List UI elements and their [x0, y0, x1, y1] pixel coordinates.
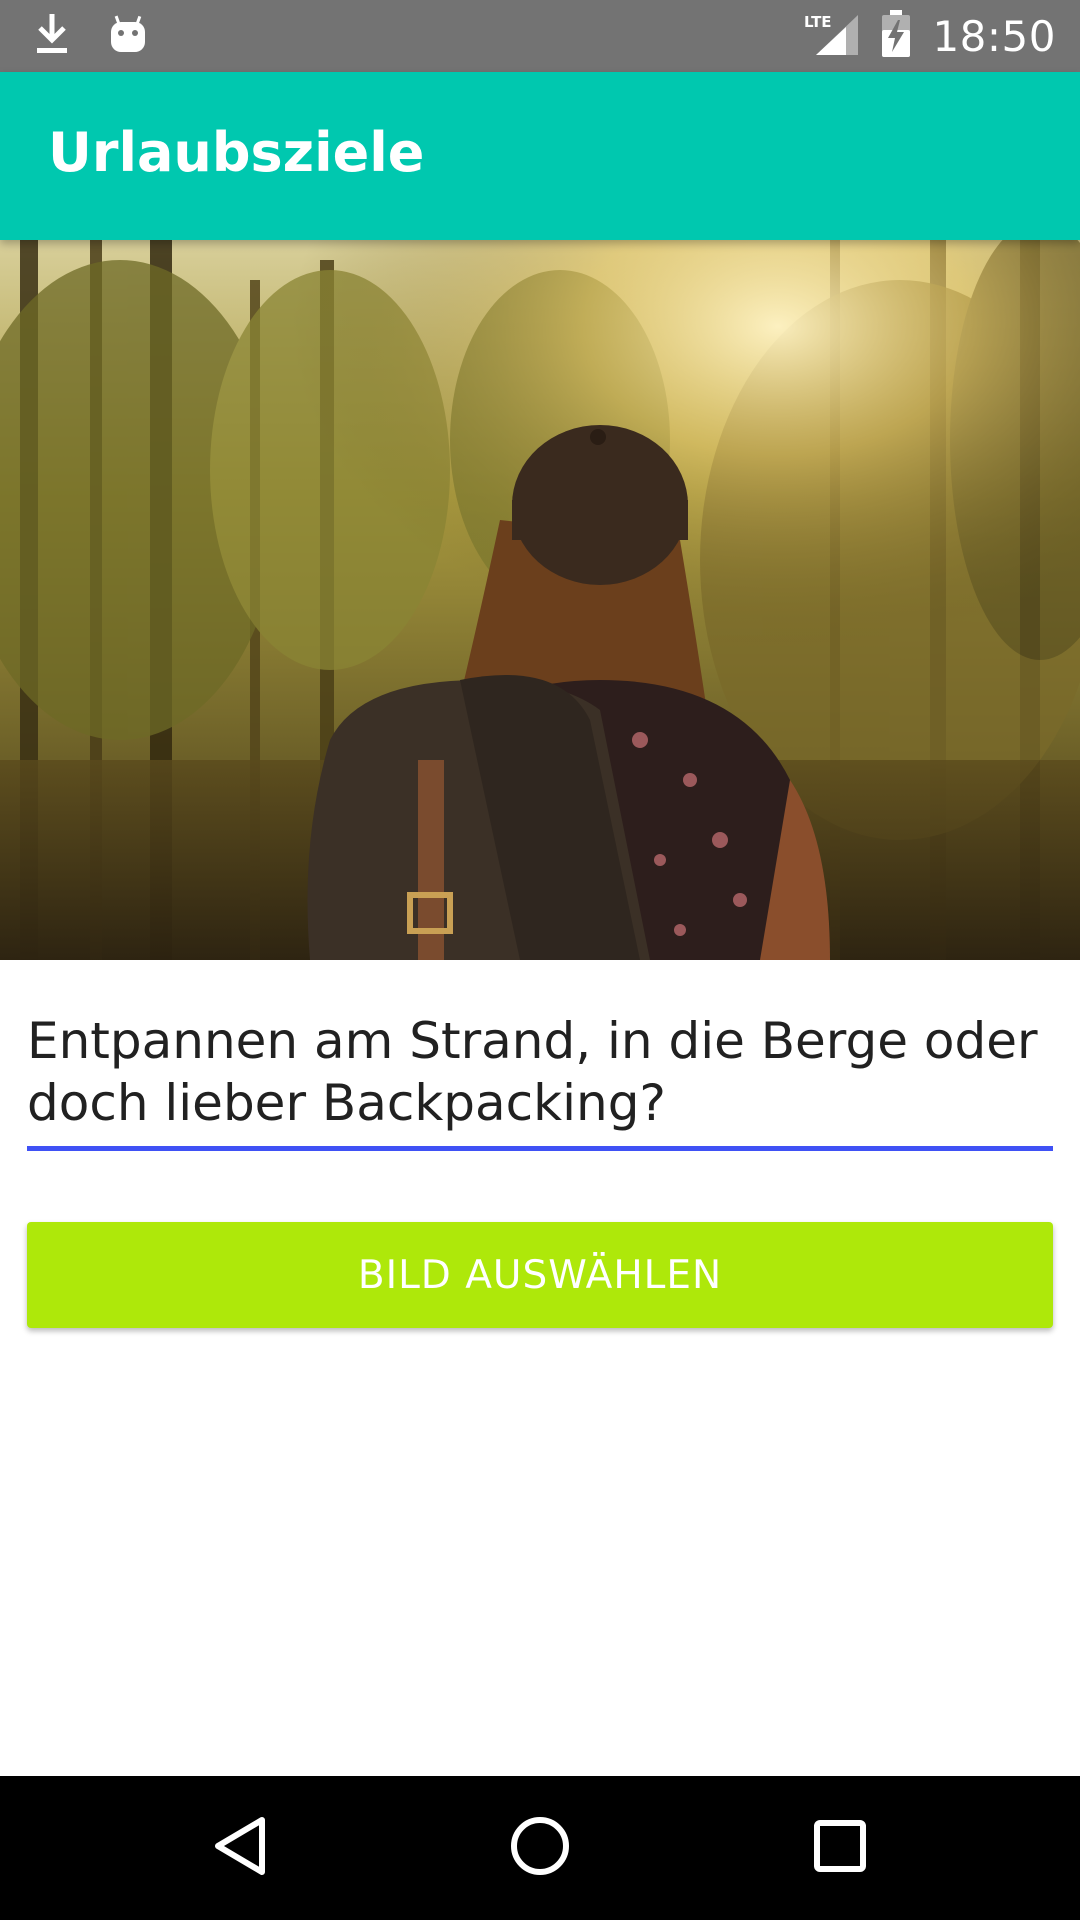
text-field-value: Entpannen am Strand, in die Berge oder d… — [27, 1012, 1038, 1132]
hero-image — [0, 240, 1080, 960]
nav-home-button[interactable] — [450, 1776, 630, 1920]
download-icon — [34, 12, 70, 60]
back-icon — [210, 1814, 270, 1882]
home-icon — [508, 1814, 572, 1882]
nav-back-button[interactable] — [150, 1776, 330, 1920]
text-field-underline — [27, 1146, 1053, 1151]
status-system: LTE 18:50 — [804, 0, 1056, 72]
destination-text-field[interactable]: Entpannen am Strand, in die Berge oder d… — [27, 1010, 1053, 1154]
status-bar: LTE 18:50 — [0, 0, 1080, 72]
navigation-bar — [0, 1776, 1080, 1920]
app-bar: Urlaubsziele — [0, 72, 1080, 240]
choose-image-button[interactable]: BILD AUSWÄHLEN — [27, 1222, 1053, 1328]
app-screen: LTE 18:50 Urlaubsziele Entpannen am Stra… — [0, 0, 1080, 1920]
lte-label: LTE — [804, 13, 832, 31]
android-debug-icon — [110, 14, 146, 58]
nav-recents-button[interactable] — [750, 1776, 930, 1920]
status-time: 18:50 — [932, 11, 1056, 61]
battery-charging-icon — [880, 10, 912, 62]
recents-icon — [812, 1818, 868, 1878]
hiker-forest-image — [0, 240, 1080, 960]
app-title: Urlaubsziele — [48, 121, 425, 184]
lte-signal-icon: LTE — [804, 11, 860, 61]
status-notifications — [34, 14, 146, 58]
